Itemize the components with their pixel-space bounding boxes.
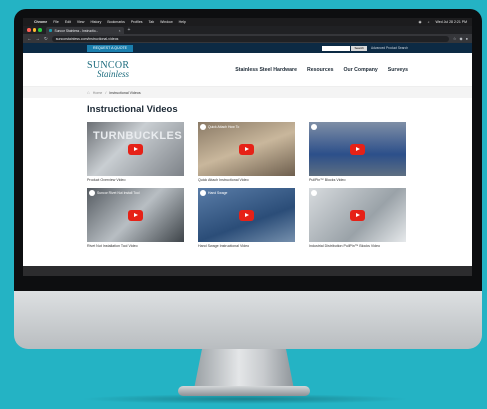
extension-icons: ☆ ◆ ● (453, 36, 468, 41)
monitor-stand-base (178, 386, 310, 396)
menu-tab[interactable]: Tab (149, 20, 155, 24)
tab-title: Suncor Stainless - Instructio... (54, 28, 99, 33)
video-caption[interactable]: Rivet Nut Installation Tool Video (87, 244, 184, 250)
menu-bookmarks[interactable]: Bookmarks (107, 20, 125, 24)
browser-tab[interactable]: Suncor Stainless - Instructio... × (45, 27, 124, 34)
channel-icon (311, 124, 317, 130)
monitor-stand (194, 349, 294, 389)
maximize-window-button[interactable] (38, 28, 42, 32)
video-card[interactable]: Quick Attach How To Quick Attach Instruc… (198, 122, 295, 184)
screen: Chrome File Edit View History Bookmarks … (23, 18, 472, 276)
window-controls (27, 28, 42, 32)
video-caption[interactable]: Quick Attach Instructional Video (198, 178, 295, 184)
video-thumbnail[interactable]: TURNBUCKLES (87, 122, 184, 176)
video-card[interactable]: Suncor Rivet Nut Install Tool Rivet Nut … (87, 188, 184, 250)
breadcrumb: ⌂ Home / Instructional Videos (23, 87, 472, 98)
site-top-bar: REQUEST A QUOTE Search Advanced Product … (23, 43, 472, 53)
close-window-button[interactable] (27, 28, 31, 32)
search-icon[interactable]: ⌕ (428, 20, 430, 24)
video-grid: TURNBUCKLES Product Overview Video Quick… (87, 122, 408, 250)
new-tab-icon[interactable]: + (128, 27, 131, 33)
menu-help[interactable]: Help (179, 20, 186, 24)
video-caption[interactable]: Hand Swage Instructional Video (198, 244, 295, 250)
video-card[interactable]: TURNBUCKLES Product Overview Video (87, 122, 184, 184)
video-card[interactable]: Industrial Distribution PullPin™ Blocks … (309, 188, 406, 250)
thumbnail-text: TURNBUCKLES (93, 130, 183, 142)
page-title: Instructional Videos (87, 104, 178, 115)
profile-icon[interactable]: ● (466, 36, 468, 41)
thumbnail-title: Hand Swage (208, 191, 228, 195)
suncor-logo[interactable]: SUNCOR Stainless (87, 60, 130, 79)
url-text: suncorstainless.com/instructional-videos (55, 36, 119, 41)
nav-our-company[interactable]: Our Company (343, 67, 377, 73)
video-caption[interactable]: PullPin™ Blocks Video (309, 178, 406, 184)
video-caption[interactable]: Industrial Distribution PullPin™ Blocks … (309, 244, 406, 250)
wifi-icon[interactable]: ◉ (419, 20, 422, 24)
menu-file[interactable]: File (53, 20, 59, 24)
reload-icon[interactable]: ↻ (44, 36, 48, 42)
menu-clock[interactable]: Wed Jul 28 2:21 PM (436, 20, 467, 24)
site-header: SUNCOR Stainless Stainless Steel Hardwar… (23, 53, 472, 87)
channel-icon (311, 190, 317, 196)
play-icon[interactable] (239, 143, 254, 155)
video-card[interactable]: Hand Swage Hand Swage Instructional Vide… (198, 188, 295, 250)
nav-resources[interactable]: Resources (307, 67, 334, 73)
play-icon[interactable] (350, 143, 365, 155)
menu-edit[interactable]: Edit (65, 20, 71, 24)
main-nav: Stainless Steel Hardware Resources Our C… (235, 67, 408, 73)
thumbnail-title: Quick Attach How To (208, 125, 240, 129)
star-icon[interactable]: ☆ (453, 36, 457, 41)
site-search-input[interactable] (322, 45, 351, 51)
breadcrumb-separator: / (105, 90, 107, 95)
browser-tab-bar: Suncor Stainless - Instructio... × + (23, 26, 472, 34)
video-card[interactable]: PullPin™ Blocks Video (309, 122, 406, 184)
url-field[interactable]: suncorstainless.com/instructional-videos (51, 35, 449, 42)
thumbnail-title: Suncor Rivet Nut Install Tool (97, 191, 140, 195)
nav-surveys[interactable]: Surveys (388, 67, 408, 73)
favicon-icon (48, 29, 52, 32)
screen-bottom-strip (23, 266, 472, 276)
play-icon[interactable] (128, 209, 143, 221)
video-thumbnail[interactable]: Quick Attach How To (198, 122, 295, 176)
menu-history[interactable]: History (90, 20, 101, 24)
site-search-button[interactable]: Search (351, 45, 367, 51)
request-quote-button[interactable]: REQUEST A QUOTE (87, 44, 134, 52)
video-caption[interactable]: Product Overview Video (87, 178, 184, 184)
imac-monitor: Chrome File Edit View History Bookmarks … (14, 9, 482, 349)
menu-app-name[interactable]: Chrome (34, 20, 47, 24)
forward-icon[interactable]: → (36, 36, 41, 41)
back-icon[interactable]: ← (27, 36, 32, 41)
video-thumbnail[interactable]: Suncor Rivet Nut Install Tool (87, 188, 184, 242)
breadcrumb-current: Instructional Videos (109, 90, 141, 95)
minimize-window-button[interactable] (32, 28, 36, 32)
extension-icon[interactable]: ◆ (460, 36, 463, 41)
home-icon[interactable]: ⌂ (87, 90, 90, 95)
play-icon[interactable] (128, 143, 143, 155)
advanced-search-link[interactable]: Advanced Product Search (371, 46, 408, 50)
channel-icon (200, 124, 206, 130)
browser-address-bar: ← → ↻ suncorstainless.com/instructional-… (23, 34, 472, 43)
menu-profiles[interactable]: Profiles (131, 20, 143, 24)
nav-stainless-steel-hardware[interactable]: Stainless Steel Hardware (235, 67, 297, 73)
menu-view[interactable]: View (77, 20, 85, 24)
channel-icon (89, 190, 95, 196)
monitor-chin (14, 291, 482, 349)
logo-line-2: Stainless (97, 68, 130, 79)
main-content: Instructional Videos TURNBUCKLES Product… (23, 98, 472, 250)
menu-window[interactable]: Window (160, 20, 172, 24)
play-icon[interactable] (239, 209, 254, 221)
video-thumbnail[interactable] (309, 122, 406, 176)
breadcrumb-home[interactable]: Home (93, 91, 103, 95)
video-thumbnail[interactable] (309, 188, 406, 242)
mac-menu-bar: Chrome File Edit View History Bookmarks … (23, 18, 472, 26)
video-thumbnail[interactable]: Hand Swage (198, 188, 295, 242)
close-tab-icon[interactable]: × (119, 29, 121, 33)
play-icon[interactable] (350, 209, 365, 221)
channel-icon (200, 190, 206, 196)
monitor-bezel: Chrome File Edit View History Bookmarks … (14, 9, 482, 291)
